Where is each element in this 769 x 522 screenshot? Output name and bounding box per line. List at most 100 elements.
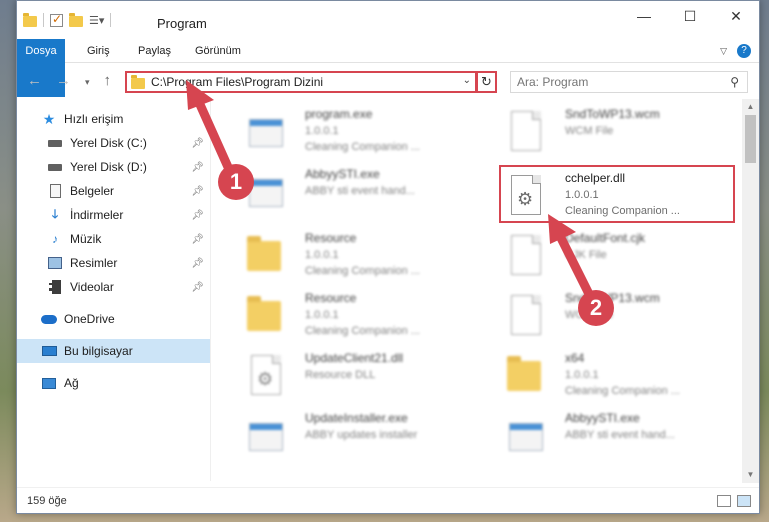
ribbon-tabs: Dosya Giriş Paylaş Görünüm ▽ ? — [17, 39, 759, 97]
search-input[interactable] — [517, 75, 717, 89]
file-detail: 1.0.0.1 — [565, 369, 599, 381]
sidebar-item-label: Yerel Disk (D:) — [70, 160, 147, 174]
sidebar-item-label: Müzik — [70, 232, 102, 246]
file-item[interactable]: program.exe 1.0.0.1 Cleaning Companion .… — [237, 103, 477, 161]
drive-icon — [47, 136, 63, 150]
drive-icon — [47, 160, 63, 174]
app-icon — [245, 413, 287, 459]
vertical-scrollbar[interactable]: ▲ ▼ — [742, 99, 759, 483]
pane-divider[interactable] — [210, 101, 211, 481]
sidebar-item-label: İndirmeler — [70, 208, 124, 222]
file-icon — [505, 293, 547, 339]
pin-icon[interactable]: 📌︎ — [191, 258, 204, 269]
search-box[interactable]: ⚲ — [510, 71, 748, 93]
file-name: DefaultFont.cjk — [565, 231, 646, 245]
file-item[interactable]: x64 1.0.0.1 Cleaning Companion ... — [497, 347, 737, 405]
dll-gear-icon: ⚙ — [245, 353, 287, 399]
close-button[interactable]: ✕ — [713, 1, 759, 31]
tab-share[interactable]: Paylaş — [138, 39, 171, 63]
sidebar-item-documents[interactable]: Belgeler 📌︎ — [17, 179, 210, 203]
up-arrow-icon[interactable]: ↑ — [104, 72, 112, 89]
scroll-thumb[interactable] — [745, 115, 756, 163]
refresh-button[interactable]: ↻ — [477, 71, 497, 93]
sidebar-item-local-disk-d[interactable]: Yerel Disk (D:) 📌︎ — [17, 155, 210, 179]
sidebar-item-label: Ağ — [64, 376, 79, 390]
file-name: AbbyySTI.exe — [305, 167, 380, 181]
file-icon — [505, 109, 547, 155]
file-item[interactable]: SndToWP13.wcm WCM File — [497, 287, 737, 345]
file-detail: ABBY sti event hand... — [305, 185, 415, 197]
video-icon — [47, 280, 63, 294]
file-name: Resource — [305, 291, 357, 305]
pin-icon[interactable]: 📌︎ — [191, 138, 204, 149]
file-detail: Cleaning Companion ... — [305, 325, 420, 337]
back-arrow-icon[interactable]: ← — [27, 72, 42, 89]
pin-icon[interactable]: 📌︎ — [191, 162, 204, 173]
file-detail: Cleaning Companion ... — [305, 265, 420, 277]
sidebar-item-network[interactable]: Ağ — [17, 371, 210, 395]
customize-icon[interactable]: ☰▾ — [89, 14, 104, 27]
sidebar-item-videos[interactable]: Videolar 📌︎ — [17, 275, 210, 299]
new-folder-icon[interactable] — [69, 12, 83, 27]
search-icon: ⚲ — [730, 75, 739, 89]
sidebar-item-quick-access[interactable]: ★ Hızlı erişim — [17, 107, 210, 131]
exe-icon — [245, 109, 287, 155]
pin-icon[interactable]: 📌︎ — [191, 210, 204, 221]
document-icon — [47, 184, 63, 198]
sidebar-item-label: Yerel Disk (C:) — [70, 136, 147, 150]
navigation-buttons: ← → ▾ ↑ — [27, 72, 111, 89]
maximize-button[interactable]: ☐ — [667, 1, 713, 31]
sidebar-item-music[interactable]: ♪ Müzik 📌︎ — [17, 227, 210, 251]
tab-home[interactable]: Giriş — [87, 39, 110, 63]
file-item[interactable]: ⚙ UpdateClient21.dll Resource DLL — [237, 347, 477, 405]
step-callout-2: 2 — [578, 290, 614, 326]
file-name: program.exe — [305, 107, 373, 121]
window-controls: — ☐ ✕ — [621, 1, 759, 31]
pin-icon[interactable]: 📌︎ — [191, 282, 204, 293]
expand-ribbon-icon[interactable]: ▽ — [720, 46, 727, 57]
chevron-down-icon[interactable]: ⌄ — [463, 75, 471, 86]
file-item[interactable]: DefaultFont.cjk CJK File — [497, 227, 737, 285]
divider — [43, 13, 44, 27]
properties-icon[interactable] — [50, 12, 63, 27]
help-icon[interactable]: ? — [737, 44, 751, 58]
folder-icon — [245, 233, 287, 279]
sidebar-item-label: OneDrive — [64, 312, 115, 326]
file-name: x64 — [565, 351, 585, 365]
sidebar-item-this-pc[interactable]: Bu bilgisayar — [17, 339, 210, 363]
ribbon-right: ▽ ? — [720, 44, 751, 58]
address-row: ← → ▾ ↑ C:\Program Files\Program Dizini … — [17, 67, 759, 97]
file-item[interactable]: AbbyySTI.exe ABBY sti event hand... — [497, 407, 737, 465]
file-detail: Cleaning Companion ... — [305, 141, 420, 153]
sidebar-item-downloads[interactable]: 🡓 İndirmeler 📌︎ — [17, 203, 210, 227]
folder-icon — [245, 293, 287, 339]
status-bar: 159 öğe — [17, 487, 759, 513]
sidebar-item-label: Videolar — [70, 280, 114, 294]
scroll-down-icon[interactable]: ▼ — [742, 467, 759, 483]
navigation-pane: ★ Hızlı erişim Yerel Disk (C:) 📌︎ Yerel … — [17, 101, 210, 481]
file-item[interactable]: UpdateInstaller.exe ABBY updates install… — [237, 407, 477, 465]
file-item[interactable]: AbbyySTI.exe ABBY sti event hand... — [237, 163, 477, 221]
recent-locations-icon[interactable]: ▾ — [85, 77, 90, 89]
address-bar[interactable]: C:\Program Files\Program Dizini ⌄ — [125, 71, 477, 93]
sidebar-item-pictures[interactable]: Resimler 📌︎ — [17, 251, 210, 275]
sidebar-item-local-disk-c[interactable]: Yerel Disk (C:) 📌︎ — [17, 131, 210, 155]
pin-icon[interactable]: 📌︎ — [191, 234, 204, 245]
network-icon — [41, 376, 57, 390]
tab-view[interactable]: Görünüm — [195, 39, 241, 63]
scroll-up-icon[interactable]: ▲ — [742, 99, 759, 115]
file-detail: WCM File — [565, 125, 614, 137]
sidebar-item-label: Resimler — [70, 256, 118, 270]
file-item[interactable]: Resource 1.0.0.1 Cleaning Companion ... — [237, 227, 477, 285]
minimize-button[interactable]: — — [621, 1, 667, 31]
file-item[interactable]: SndToWP13.wcm WCM File — [497, 103, 737, 161]
sidebar-item-onedrive[interactable]: OneDrive — [17, 307, 210, 331]
tiles-view-icon[interactable] — [737, 495, 751, 507]
file-name: SndToWP13.wcm — [565, 107, 660, 121]
pin-icon[interactable]: 📌︎ — [191, 186, 204, 197]
forward-arrow-icon[interactable]: → — [56, 72, 71, 89]
file-name: Resource — [305, 231, 357, 245]
details-view-icon[interactable] — [717, 495, 731, 507]
file-item[interactable]: Resource 1.0.0.1 Cleaning Companion ... — [237, 287, 477, 345]
music-icon: ♪ — [52, 232, 58, 246]
